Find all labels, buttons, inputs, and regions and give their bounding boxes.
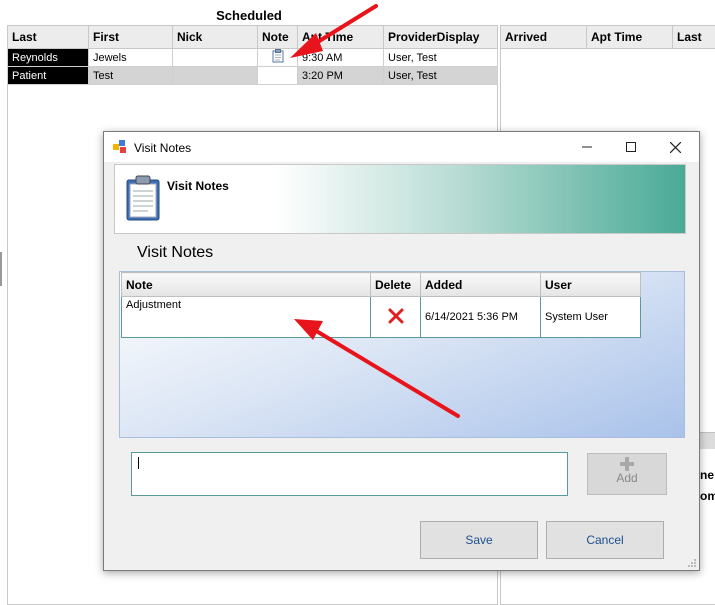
scheduled-header-row: Last First Nick Note Apt Time ProviderDi… <box>8 26 498 49</box>
col-header-arrived-last[interactable]: Last <box>673 26 715 49</box>
section-title: Visit Notes <box>137 244 213 262</box>
save-button-label: Save <box>465 533 492 547</box>
notes-header-row: Note Delete Added User <box>122 273 641 297</box>
cancel-button[interactable]: Cancel <box>546 521 664 559</box>
col-header-nick[interactable]: Nick <box>173 26 258 49</box>
clipboard-icon[interactable] <box>272 49 284 63</box>
add-button[interactable]: Add <box>587 453 667 495</box>
resize-grip-icon[interactable] <box>687 558 697 568</box>
cell-last[interactable]: Patient <box>8 67 89 85</box>
save-button[interactable]: Save <box>420 521 538 559</box>
background-fragment-1: ne <box>700 468 714 482</box>
table-row[interactable]: Patient Test 3:20 PM User, Test <box>8 67 498 85</box>
delete-x-icon <box>388 308 404 324</box>
col-header-arrived[interactable]: Arrived <box>501 26 587 49</box>
notes-grid-area: Note Delete Added User Adjustment 6/14/2… <box>119 271 685 438</box>
cell-note[interactable] <box>258 49 298 67</box>
close-button[interactable] <box>653 132 697 162</box>
delete-button[interactable] <box>371 297 421 338</box>
col-header-provider[interactable]: ProviderDisplay <box>384 26 498 49</box>
background-strip <box>698 432 715 449</box>
maximize-icon <box>626 142 636 152</box>
visit-notes-dialog: Visit Notes Visit Notes Visit Notes Note <box>103 131 700 571</box>
cell-first[interactable]: Test <box>89 67 173 85</box>
cell-apt-time[interactable]: 9:30 AM <box>298 49 384 67</box>
clipboard-icon <box>126 175 160 221</box>
add-button-label: Add <box>588 471 666 485</box>
cell-apt-time[interactable]: 3:20 PM <box>298 67 384 85</box>
cell-nick[interactable] <box>173 49 258 67</box>
dialog-window-title: Visit Notes <box>134 141 191 155</box>
plus-icon <box>620 457 634 471</box>
scheduled-grid: Last First Nick Note Apt Time ProviderDi… <box>7 25 498 85</box>
cell-last[interactable]: Reynolds <box>8 49 89 67</box>
close-icon <box>670 142 681 153</box>
col-header-first[interactable]: First <box>89 26 173 49</box>
col-header-arrived-apt-time[interactable]: Apt Time <box>587 26 673 49</box>
banner-title: Visit Notes <box>167 179 229 193</box>
col-header-added[interactable]: Added <box>421 273 541 297</box>
dialog-titlebar[interactable]: Visit Notes <box>104 132 699 162</box>
col-header-note[interactable]: Note <box>122 273 371 297</box>
col-header-user[interactable]: User <box>541 273 641 297</box>
note-input[interactable] <box>131 452 568 496</box>
left-edge-handle[interactable] <box>0 252 2 286</box>
app-icon <box>113 140 127 154</box>
scheduled-title: Scheduled <box>0 8 498 23</box>
cell-provider[interactable]: User, Test <box>384 49 498 67</box>
cell-provider[interactable]: User, Test <box>384 67 498 85</box>
col-header-delete[interactable]: Delete <box>371 273 421 297</box>
col-header-note[interactable]: Note <box>258 26 298 49</box>
cancel-button-label: Cancel <box>586 533 623 547</box>
cell-note[interactable] <box>258 67 298 85</box>
text-caret <box>138 457 139 469</box>
dialog-banner: Visit Notes <box>114 164 686 234</box>
minimize-button[interactable] <box>565 132 609 162</box>
cell-added[interactable]: 6/14/2021 5:36 PM <box>421 297 541 338</box>
arrived-grid: Arrived Apt Time Last <box>500 25 715 49</box>
cell-note-text[interactable]: Adjustment <box>122 297 371 338</box>
table-row[interactable]: Reynolds Jewels 9:30 AM User, Test <box>8 49 498 67</box>
col-header-last[interactable]: Last <box>8 26 89 49</box>
cell-nick[interactable] <box>173 67 258 85</box>
arrived-header-row: Arrived Apt Time Last <box>501 26 715 49</box>
notes-grid: Note Delete Added User Adjustment 6/14/2… <box>121 272 641 338</box>
cell-first[interactable]: Jewels <box>89 49 173 67</box>
table-row[interactable]: Adjustment 6/14/2021 5:36 PM System User <box>122 297 641 338</box>
maximize-button[interactable] <box>609 132 653 162</box>
background-fragment-2: om <box>700 489 715 503</box>
col-header-apt-time[interactable]: Apt Time <box>298 26 384 49</box>
cell-user[interactable]: System User <box>541 297 641 338</box>
minimize-icon <box>582 142 592 152</box>
